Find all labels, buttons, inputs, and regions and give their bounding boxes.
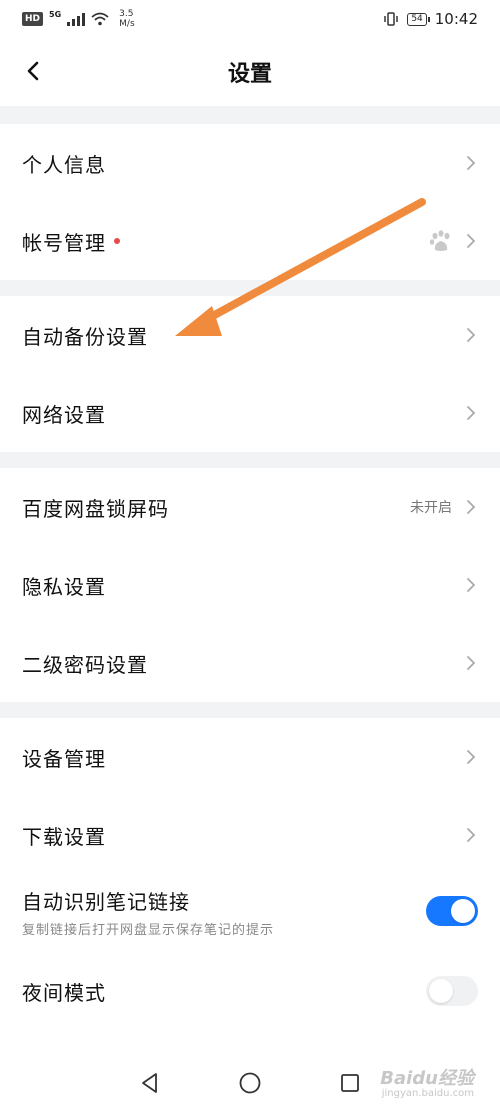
- night-mode-toggle[interactable]: [426, 976, 478, 1006]
- chevron-right-icon: [467, 234, 476, 248]
- speed-unit: M/s: [119, 19, 135, 29]
- second-password-row[interactable]: 二级密码设置: [0, 624, 500, 702]
- status-bar: HD 5G 3.5 M/s 54 10:42: [0, 0, 500, 38]
- auto-note-link-desc: 复制链接后打开网盘显示保存笔记的提示: [22, 923, 275, 938]
- chevron-right-icon: [467, 156, 476, 170]
- baidu-paw-icon: [429, 230, 450, 251]
- toggle-knob: [429, 979, 453, 1003]
- battery-icon: 54: [407, 12, 431, 26]
- speed-value: 3.5: [119, 9, 134, 19]
- notification-dot: [114, 238, 120, 244]
- account-manage-label: 帐号管理: [22, 230, 106, 255]
- clock: 10:42: [434, 10, 478, 28]
- night-mode-row: 夜间模式: [0, 952, 500, 1030]
- lock-code-label: 百度网盘锁屏码: [22, 496, 169, 521]
- chevron-right-icon: [467, 578, 476, 592]
- personal-info-row[interactable]: 个人信息: [0, 124, 500, 202]
- chevron-left-icon: [27, 61, 39, 81]
- watermark-sub: jingyan.baidu.com: [381, 1088, 474, 1099]
- chevron-right-icon: [467, 500, 476, 514]
- net-speed: 3.5 M/s: [119, 9, 135, 29]
- wifi-icon: [91, 12, 109, 26]
- square-recent-icon[interactable]: [338, 1071, 362, 1095]
- section-divider: [0, 452, 500, 468]
- device-manage-label: 设备管理: [22, 746, 106, 771]
- chevron-right-icon: [467, 656, 476, 670]
- chevron-right-icon: [467, 328, 476, 342]
- chevron-right-icon: [467, 406, 476, 420]
- auto-note-link-row: 自动识别笔记链接 复制链接后打开网盘显示保存笔记的提示: [0, 874, 500, 950]
- circle-home-icon[interactable]: [238, 1071, 262, 1095]
- hd-badge: HD: [22, 12, 44, 26]
- auto-note-link-label: 自动识别笔记链接: [22, 890, 190, 914]
- personal-info-label: 个人信息: [22, 152, 106, 177]
- chevron-right-icon: [467, 750, 476, 764]
- privacy-label: 隐私设置: [22, 574, 106, 599]
- auto-backup-row[interactable]: 自动备份设置: [0, 296, 500, 374]
- section-divider: [0, 106, 500, 124]
- download-settings-label: 下载设置: [22, 824, 106, 849]
- network-settings-label: 网络设置: [22, 402, 106, 427]
- auto-note-link-toggle[interactable]: [426, 896, 478, 926]
- network-type: 5G: [49, 9, 62, 19]
- lock-code-row[interactable]: 百度网盘锁屏码 未开启: [0, 468, 500, 546]
- night-mode-label: 夜间模式: [22, 980, 106, 1005]
- signal-icon: [67, 12, 86, 26]
- section-divider: [0, 280, 500, 296]
- privacy-row[interactable]: 隐私设置: [0, 546, 500, 624]
- second-password-label: 二级密码设置: [22, 652, 148, 677]
- device-manage-row[interactable]: 设备管理: [0, 718, 500, 796]
- toggle-knob: [451, 899, 475, 923]
- chevron-right-icon: [467, 828, 476, 842]
- network-settings-row[interactable]: 网络设置: [0, 374, 500, 452]
- vibrate-icon: [384, 12, 399, 26]
- auto-backup-label: 自动备份设置: [22, 324, 148, 349]
- page-title: 设置: [227, 62, 272, 87]
- back-button[interactable]: [18, 56, 48, 86]
- watermark: Baidu经验: [380, 1068, 474, 1089]
- header: 设置: [0, 38, 500, 106]
- account-manage-row[interactable]: 帐号管理: [0, 202, 500, 280]
- triangle-back-icon[interactable]: [138, 1071, 162, 1095]
- lock-code-status: 未开启: [410, 500, 452, 516]
- download-settings-row[interactable]: 下载设置: [0, 796, 500, 874]
- section-divider: [0, 702, 500, 718]
